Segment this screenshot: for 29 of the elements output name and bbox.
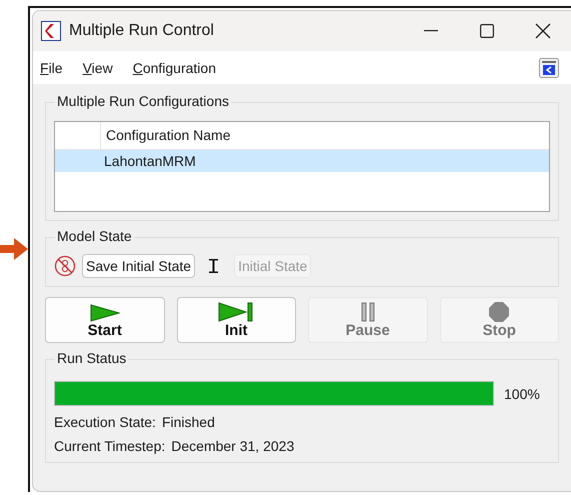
group-title: Run Status bbox=[55, 350, 128, 366]
window-icon[interactable] bbox=[539, 58, 559, 78]
app-logo-icon bbox=[41, 21, 61, 41]
group-title: Multiple Run Configurations bbox=[55, 93, 231, 109]
field-value: December 31, 2023 bbox=[171, 438, 294, 454]
field-label: Current Timestep: bbox=[54, 438, 166, 454]
menu-item[interactable]: View bbox=[82, 60, 113, 76]
save-initial-state-button[interactable]: Save Initial State bbox=[82, 254, 196, 278]
close-icon[interactable] bbox=[535, 23, 551, 39]
window-title: Multiple Run Control bbox=[69, 22, 215, 40]
start-button[interactable]: Start bbox=[45, 297, 164, 343]
column-header[interactable]: Configuration Name bbox=[101, 122, 231, 149]
field-label: Execution State: bbox=[54, 414, 156, 430]
maximize-icon[interactable] bbox=[480, 24, 494, 38]
no-state-icon bbox=[54, 255, 76, 277]
stop-icon bbox=[489, 302, 510, 322]
text-cursor-icon bbox=[209, 259, 218, 273]
field-value: Finished bbox=[162, 414, 215, 430]
group-title: Model State bbox=[55, 228, 134, 244]
pause-icon bbox=[360, 302, 375, 322]
play-icon bbox=[90, 304, 120, 322]
step-icon bbox=[218, 302, 254, 322]
table-row[interactable]: LahontanMRM bbox=[55, 150, 549, 172]
menu-item[interactable]: Configuration bbox=[132, 60, 216, 76]
progress-reading: 100% bbox=[504, 386, 540, 402]
menu-item[interactable]: File bbox=[40, 60, 63, 76]
minimize-icon[interactable] bbox=[424, 30, 438, 32]
init-button[interactable]: Init bbox=[176, 297, 296, 343]
arrow-icon bbox=[0, 238, 28, 260]
